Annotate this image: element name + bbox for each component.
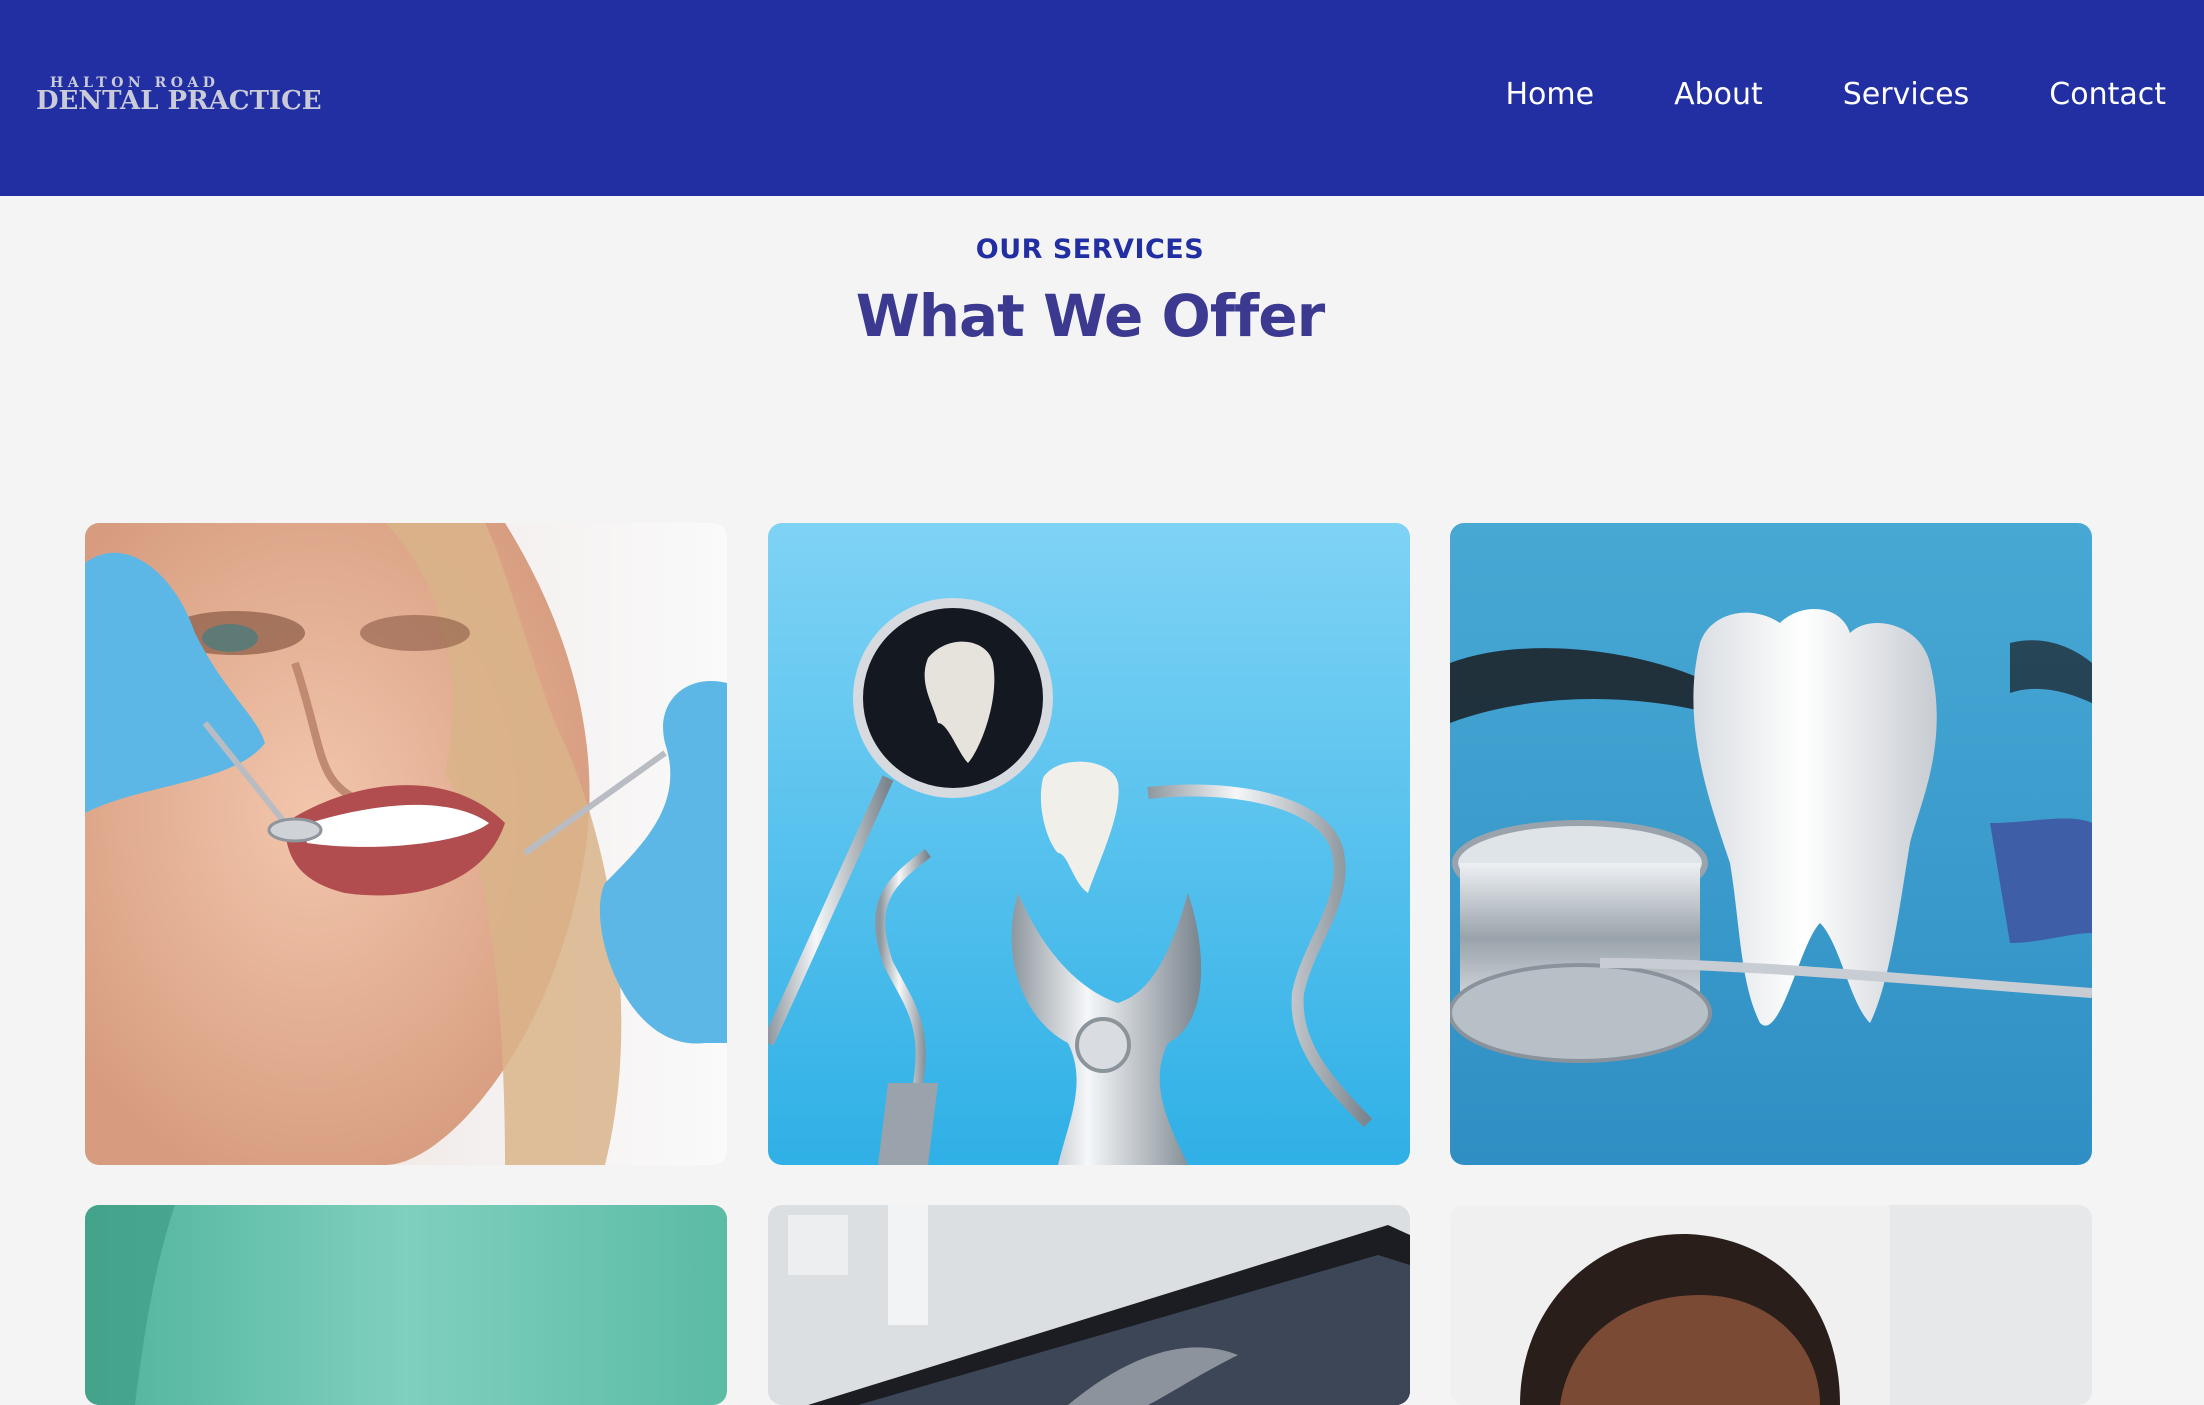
tooth-model-image — [1450, 523, 2092, 1165]
service-card-xray-screen[interactable] — [768, 1205, 1410, 1405]
xray-screen-image — [768, 1205, 1410, 1405]
nav-about[interactable]: About — [1674, 77, 1763, 112]
site-header: HALTON ROAD DENTAL PRACTICE Home About S… — [0, 0, 2204, 196]
service-card-tooth-model[interactable] — [1450, 523, 2092, 1165]
nav-home[interactable]: Home — [1505, 77, 1594, 112]
practice-logo[interactable]: HALTON ROAD DENTAL PRACTICE — [36, 76, 322, 118]
service-card-tooth-extraction[interactable] — [768, 523, 1410, 1165]
dentist-scrubs-image — [85, 1205, 727, 1405]
service-card-patient-smile[interactable] — [85, 523, 727, 1165]
logo-line-2: DENTAL PRACTICE — [36, 86, 322, 116]
service-card-smiling-patient[interactable] — [1450, 1205, 2092, 1405]
patient-smile-image — [85, 523, 727, 1165]
nav-contact[interactable]: Contact — [2049, 77, 2166, 112]
extraction-tools-image — [768, 523, 1410, 1165]
nav-services[interactable]: Services — [1843, 77, 1970, 112]
smiling-patient-image — [1450, 1205, 2092, 1405]
section-eyebrow: OUR SERVICES — [975, 234, 1205, 265]
service-card-dentist-scrubs[interactable] — [85, 1205, 727, 1405]
main-nav: Home About Services Contact — [1505, 77, 2166, 112]
section-title: What We Offer — [855, 282, 1325, 350]
